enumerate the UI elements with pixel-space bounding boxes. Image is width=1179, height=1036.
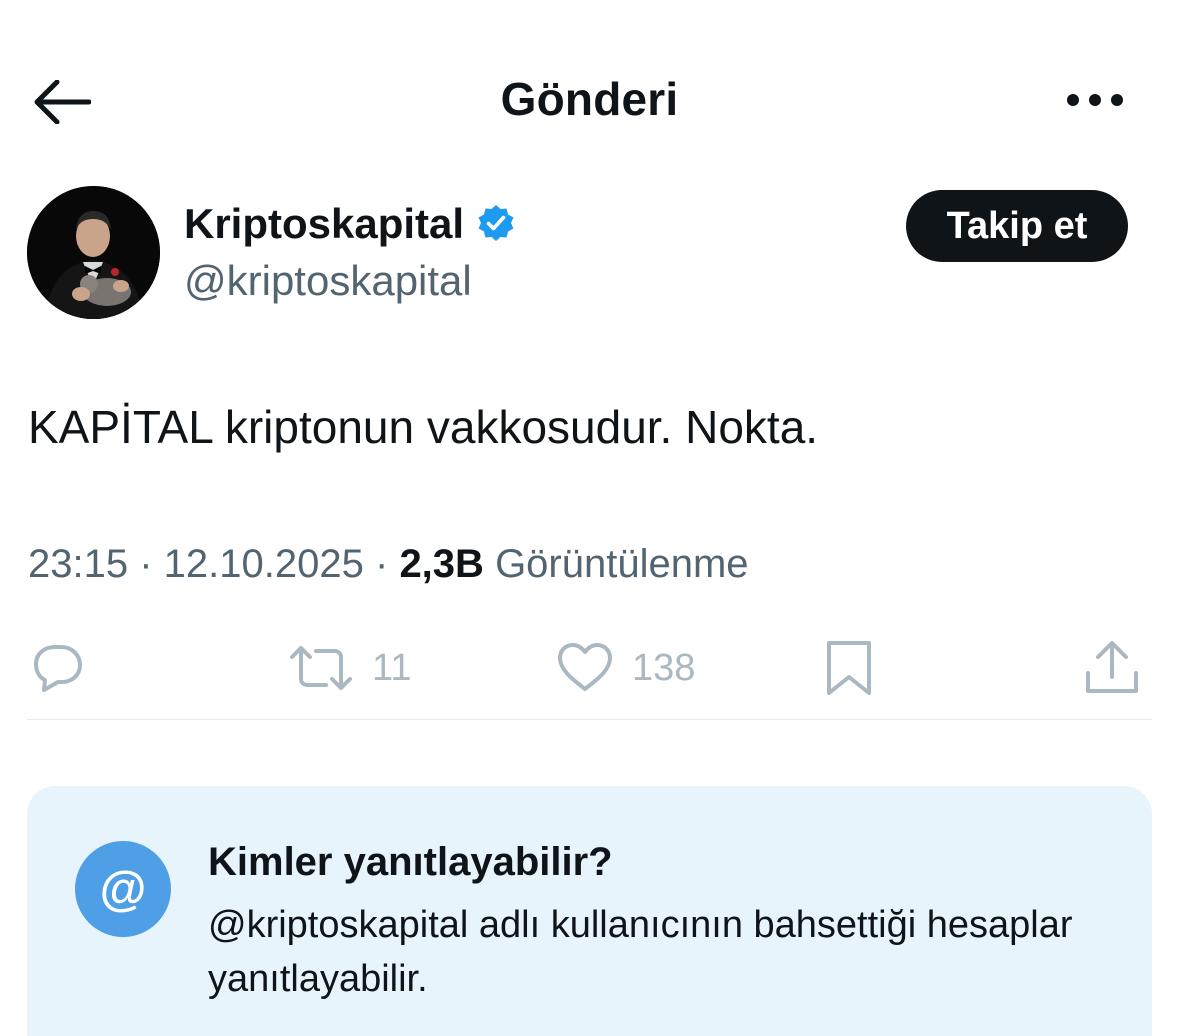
like-button[interactable]: 138 bbox=[556, 638, 695, 698]
tweet-text: KAPİTAL kriptonun vakkosudur. Nokta. bbox=[28, 401, 819, 453]
author-handle[interactable]: @kriptoskapital bbox=[184, 257, 472, 305]
views-label: Görüntülenme bbox=[495, 542, 749, 586]
meta-separator: · bbox=[139, 542, 164, 586]
post-page: Gönderi Kriptoskapital @kriptoskapital T… bbox=[0, 0, 1179, 1036]
at-sign-icon: @ bbox=[75, 841, 171, 937]
reply-button[interactable] bbox=[28, 638, 86, 698]
share-icon bbox=[1086, 641, 1138, 693]
retweet-button[interactable]: 11 bbox=[288, 638, 411, 698]
follow-button[interactable]: Takip et bbox=[906, 190, 1128, 262]
like-count: 138 bbox=[632, 646, 696, 689]
author-display-name: Kriptoskapital bbox=[184, 200, 465, 247]
more-options-button[interactable] bbox=[1060, 80, 1130, 120]
tweet-meta: 23:15 · 12.10.2025 · 2,3B Görüntülenme bbox=[28, 542, 749, 587]
reply-settings-card: @ Kimler yanıtlayabilir? @kriptoskapital… bbox=[27, 786, 1152, 1036]
more-horizontal-icon bbox=[1067, 94, 1123, 106]
page-title: Gönderi bbox=[500, 73, 679, 125]
reply-settings-title: Kimler yanıtlayabilir? bbox=[208, 840, 613, 884]
verified-badge-icon bbox=[478, 205, 514, 241]
retweet-icon bbox=[290, 646, 352, 690]
heart-icon bbox=[558, 643, 612, 691]
views-count: 2,3B bbox=[399, 542, 484, 586]
reply-icon bbox=[34, 645, 82, 692]
share-button[interactable] bbox=[1084, 638, 1140, 698]
author-name[interactable]: Kriptoskapital bbox=[184, 200, 516, 248]
divider bbox=[27, 719, 1152, 720]
tweet-date[interactable]: 12.10.2025 bbox=[164, 542, 364, 586]
bookmark-button[interactable] bbox=[824, 638, 874, 698]
reply-settings-description: @kriptoskapital adlı kullanıcının bahset… bbox=[208, 904, 1073, 1000]
meta-separator: · bbox=[375, 542, 400, 586]
bookmark-icon bbox=[827, 641, 871, 695]
avatar[interactable] bbox=[27, 186, 160, 319]
tweet-time[interactable]: 23:15 bbox=[28, 542, 128, 586]
avatar-image bbox=[27, 186, 160, 319]
retweet-count: 11 bbox=[372, 646, 412, 689]
